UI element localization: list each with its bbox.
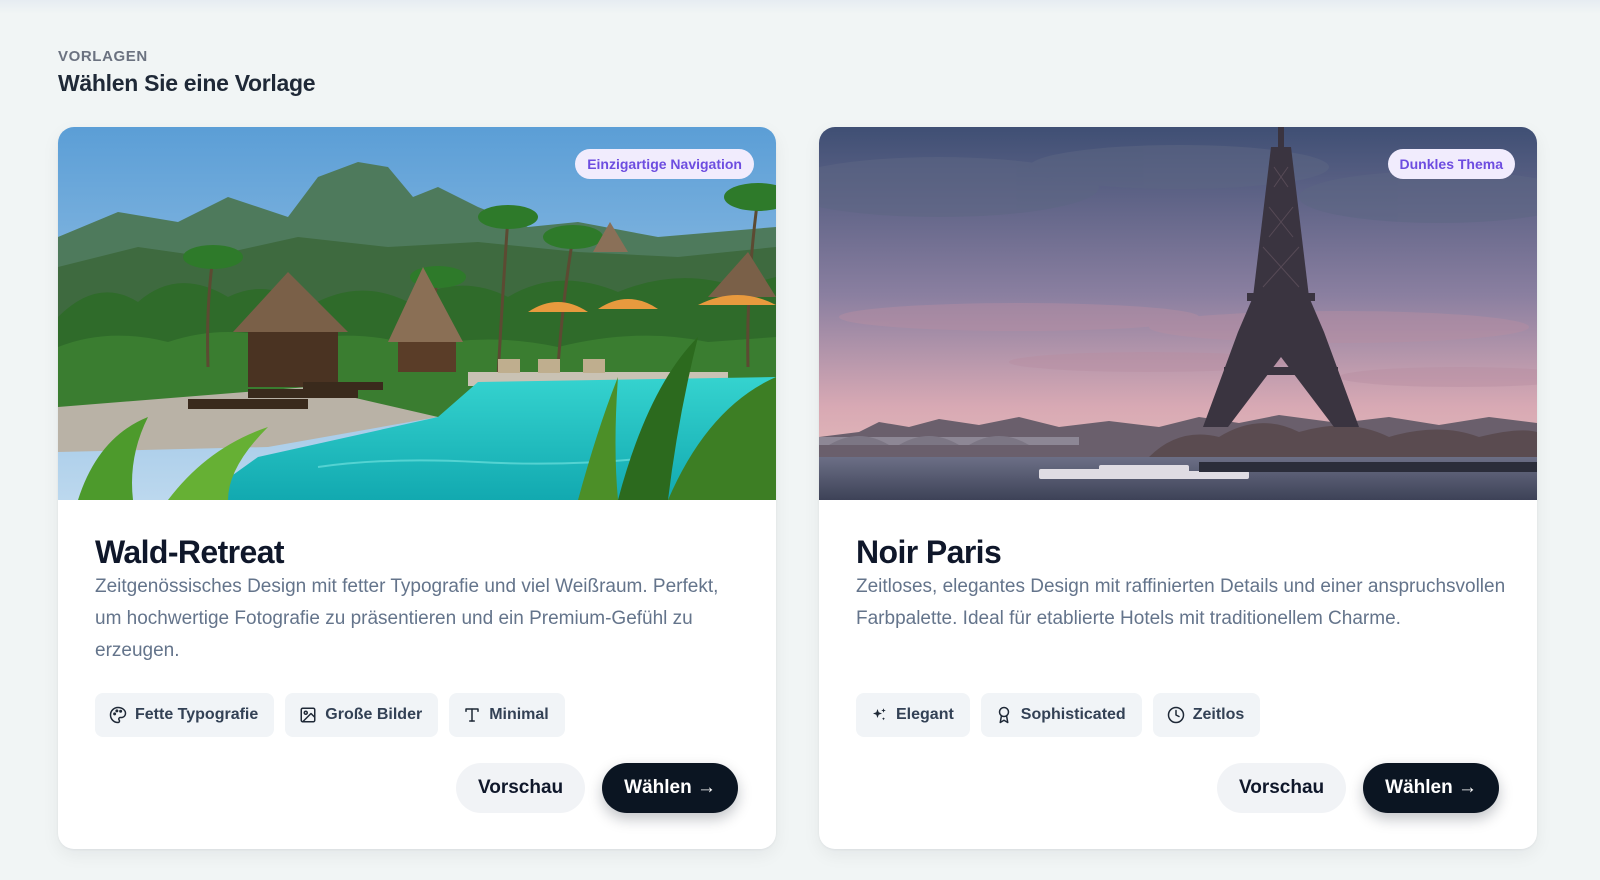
template-description: Zeitloses, elegantes Design mit raffinie… bbox=[856, 576, 1506, 629]
section-title: Wählen Sie eine Vorlage bbox=[58, 70, 316, 96]
image-icon bbox=[300, 707, 316, 723]
tag-label: Minimal bbox=[489, 706, 549, 723]
tag-fette-typografie: Fette Typografie bbox=[95, 693, 275, 737]
template-card-body: Wald-Retreat Zeitgenössisches Design mit… bbox=[95, 533, 745, 667]
template-card-noir-paris[interactable]: Dunkles Thema Noir Paris Zeitloses, eleg… bbox=[819, 127, 1537, 849]
tag-sophisticated: Sophisticated bbox=[980, 693, 1142, 737]
palette-icon bbox=[109, 706, 127, 724]
top-bar-shadow bbox=[0, 0, 1600, 14]
template-badge: Dunkles Thema bbox=[1387, 149, 1515, 179]
tag-label: Zeitlos bbox=[1192, 706, 1245, 723]
section-header: VORLAGEN Wählen Sie eine Vorlage bbox=[58, 48, 316, 98]
section-eyebrow: VORLAGEN bbox=[58, 48, 148, 65]
tag-label: Fette Typografie bbox=[135, 706, 259, 723]
template-actions: Vorschau Wählen → bbox=[455, 763, 738, 813]
template-description: Zeitgenössisches Design mit fetter Typog… bbox=[95, 576, 719, 661]
template-preview-image: Einzigartige Navigation bbox=[58, 127, 776, 500]
award-icon bbox=[998, 706, 1010, 724]
type-icon bbox=[465, 708, 479, 722]
template-title: Noir Paris bbox=[856, 534, 1002, 570]
template-actions: Vorschau Wählen → bbox=[1216, 763, 1499, 813]
clock-icon bbox=[1167, 706, 1184, 724]
template-card-wald-retreat[interactable]: Einzigartige Navigation Wald-Retreat Zei… bbox=[58, 127, 776, 849]
template-title: Wald-Retreat bbox=[95, 534, 285, 570]
sparkles-icon bbox=[873, 708, 886, 721]
tag-elegant: Elegant bbox=[856, 693, 970, 737]
select-button[interactable]: Wählen → bbox=[602, 763, 738, 813]
tag-label: Sophisticated bbox=[1020, 706, 1126, 723]
tag-minimal: Minimal bbox=[449, 693, 565, 737]
template-card-body: Noir Paris Zeitloses, elegantes Design m… bbox=[856, 533, 1506, 635]
select-button[interactable]: Wählen → bbox=[1363, 763, 1499, 813]
tag-label: Elegant bbox=[896, 706, 954, 723]
template-tags: Fette Typografie Große Bilder Minimal bbox=[95, 693, 565, 737]
template-preview-image: Dunkles Thema bbox=[819, 127, 1537, 500]
preview-button[interactable]: Vorschau bbox=[1216, 763, 1347, 813]
template-tags: Elegant Sophisticated Zeitlos bbox=[856, 693, 1261, 737]
tag-zeitlos: Zeitlos bbox=[1152, 693, 1261, 737]
template-badge: Einzigartige Navigation bbox=[575, 149, 754, 179]
tag-label: Große Bilder bbox=[325, 706, 423, 723]
tag-grosse-bilder: Große Bilder bbox=[285, 693, 439, 737]
preview-button[interactable]: Vorschau bbox=[455, 763, 586, 813]
